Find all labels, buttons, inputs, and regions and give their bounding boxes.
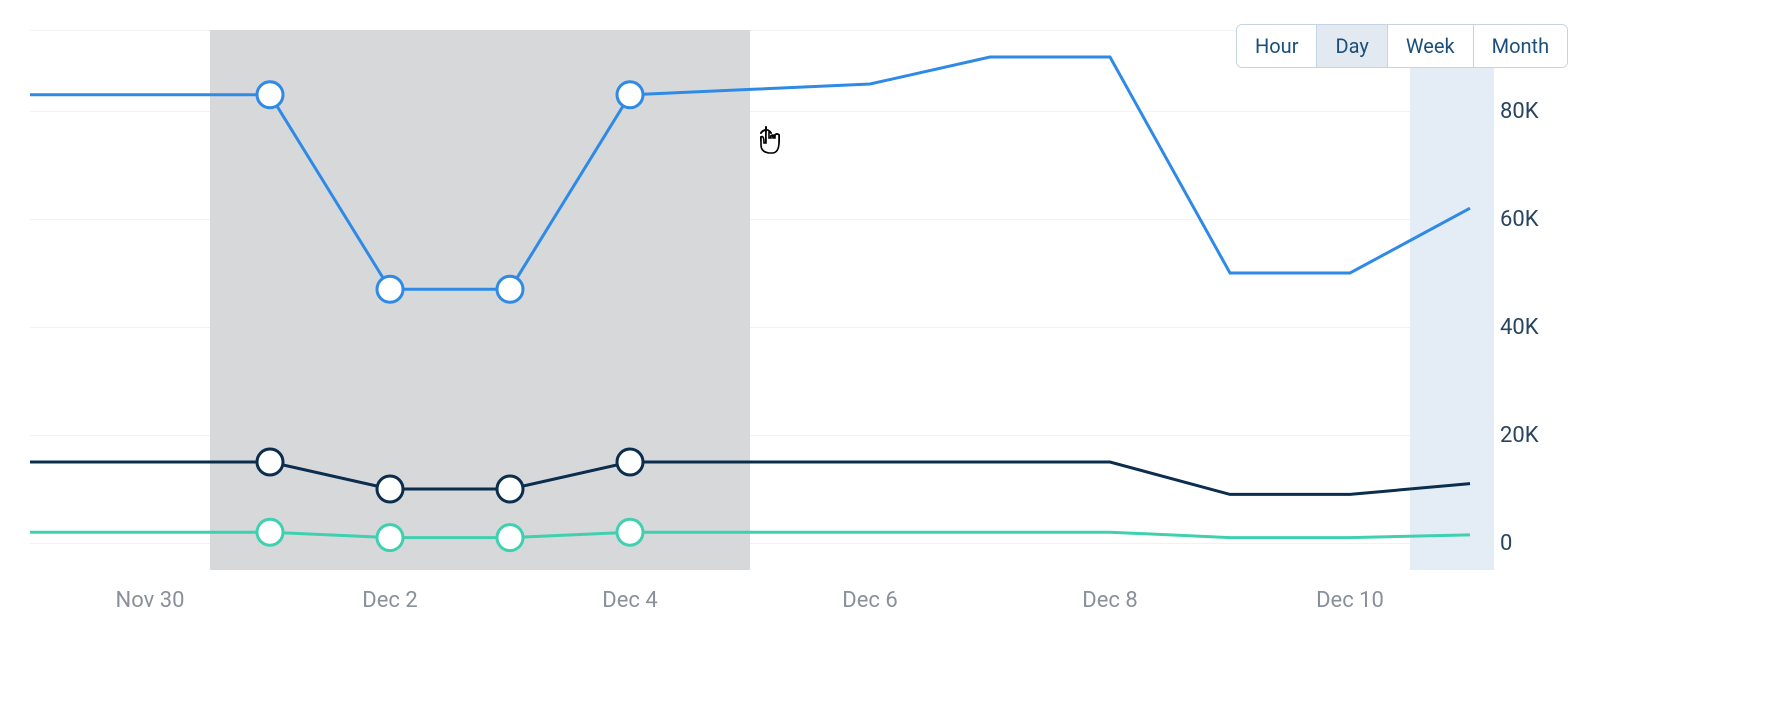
granularity-month-button[interactable]: Month <box>1474 25 1567 67</box>
data-point[interactable] <box>497 476 523 502</box>
series-primary[interactable] <box>30 57 1470 289</box>
x-tick-label: Nov 30 <box>116 588 185 613</box>
y-tick-label: 80K <box>1500 99 1539 124</box>
chart-svg <box>30 30 1470 570</box>
y-tick-label: 20K <box>1500 423 1539 448</box>
x-tick-label: Dec 2 <box>362 588 417 613</box>
data-point[interactable] <box>497 525 523 551</box>
data-point[interactable] <box>257 82 283 108</box>
data-point[interactable] <box>257 449 283 475</box>
data-point[interactable] <box>617 519 643 545</box>
time-granularity-toggle: Hour Day Week Month <box>1236 24 1568 68</box>
data-point[interactable] <box>377 525 403 551</box>
y-tick-label: 0 <box>1500 531 1512 556</box>
line-chart[interactable] <box>30 30 1470 570</box>
granularity-day-button[interactable]: Day <box>1317 25 1387 67</box>
data-point[interactable] <box>377 476 403 502</box>
granularity-hour-button[interactable]: Hour <box>1237 25 1317 67</box>
y-tick-label: 60K <box>1500 207 1539 232</box>
y-axis-labels: 0 20K 40K 60K 80K <box>1500 30 1580 570</box>
x-tick-label: Dec 6 <box>842 588 897 613</box>
data-point[interactable] <box>497 276 523 302</box>
series-secondary[interactable] <box>30 462 1470 494</box>
data-point[interactable] <box>257 519 283 545</box>
data-point[interactable] <box>617 82 643 108</box>
data-point[interactable] <box>617 449 643 475</box>
series-tertiary[interactable] <box>30 532 1470 537</box>
x-tick-label: Dec 10 <box>1316 588 1384 613</box>
y-tick-label: 40K <box>1500 315 1539 340</box>
granularity-week-button[interactable]: Week <box>1388 25 1474 67</box>
x-tick-label: Dec 8 <box>1082 588 1137 613</box>
chart-container: 0 20K 40K 60K 80K Nov 30 Dec 2 Dec 4 Dec 6 Dec 8… <box>0 0 1770 710</box>
x-axis-labels: Nov 30 Dec 2 Dec 4 Dec 6 Dec 8 Dec 10 <box>30 580 1470 620</box>
x-tick-label: Dec 4 <box>602 588 657 613</box>
data-point[interactable] <box>377 276 403 302</box>
